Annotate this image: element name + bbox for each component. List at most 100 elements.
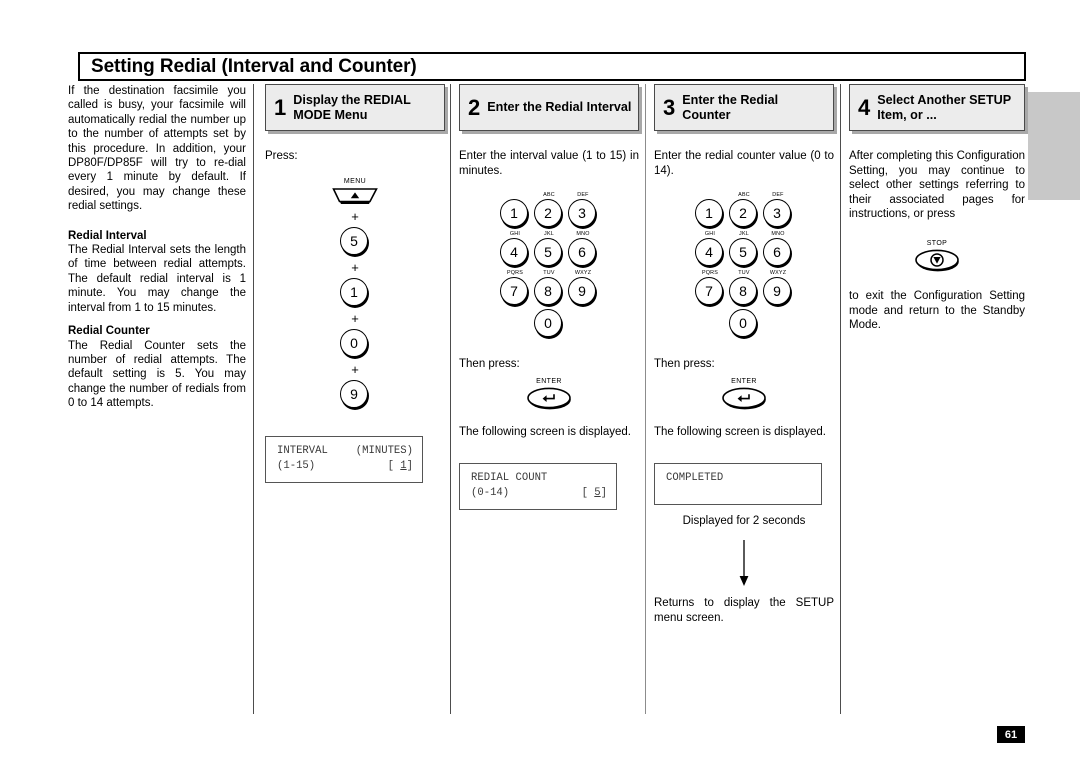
keypad-cell[interactable]: JKL 5 (532, 231, 566, 269)
numeric-keypad[interactable]: 1 ABC 2 DEF 3 GHI 4 JKL 5 MNO 6 PQRS 7 T… (654, 192, 834, 308)
lcd-count-value-group: [ 5] (582, 486, 607, 501)
keypad-key-3-label: 3 (568, 199, 596, 228)
keypad-key-9-label: 9 (763, 277, 791, 306)
keypad-key-9[interactable]: 9 (340, 379, 370, 410)
keypad-key-9[interactable]: 9 (568, 277, 598, 308)
keypad-key-1[interactable]: 1 (500, 199, 530, 230)
keypad-cell[interactable]: TUV 8 (532, 270, 566, 308)
page-title-bar: Setting Redial (Interval and Counter) (78, 52, 1026, 81)
keypad-key-7-label: 7 (500, 277, 528, 306)
keypad-key-4-label: 4 (500, 238, 528, 267)
intro-paragraph-2: The Redial Interval sets the length of t… (68, 244, 246, 314)
lcd-count-line2-left: (0-14) (471, 487, 510, 500)
keypad-cell[interactable]: DEF 3 (566, 192, 600, 230)
keypad-key-6-label: 6 (763, 238, 791, 267)
keypad-key-0-label: 0 (340, 328, 368, 357)
intro-heading-redial-counter: Redial Counter (68, 325, 150, 338)
keypad-letters: WXYZ (769, 270, 787, 277)
keypad-letters: DEF (577, 192, 589, 199)
keypad-cell[interactable]: WXYZ 9 (566, 270, 600, 308)
lcd-display-redial-count: REDIAL COUNT (0-14) [ 5] (459, 463, 617, 511)
keypad-cell[interactable]: 1 (693, 192, 727, 230)
lcd-bracket-close: ] (600, 487, 607, 500)
keypad-key-6[interactable]: 6 (568, 238, 598, 269)
keypad-letters: ABC (738, 192, 750, 199)
keypad-key-4-label: 4 (695, 238, 723, 267)
keypad-cell[interactable]: TUV 8 (727, 270, 761, 308)
keypad-key-1[interactable]: 1 (340, 277, 370, 308)
keypad-key-8-label: 8 (534, 277, 562, 306)
step-1-column: 1 Display the REDIAL MODE Menu Press: ME… (265, 84, 445, 483)
intro-column: If the destination facsimile you called … (68, 84, 246, 411)
numeric-keypad[interactable]: 1 ABC 2 DEF 3 GHI 4 JKL 5 MNO 6 PQRS 7 T… (459, 192, 639, 308)
keypad-cell[interactable]: MNO 6 (761, 231, 795, 269)
lcd-interval-value-group: [ 1] (388, 459, 413, 474)
keypad-key-7[interactable]: 7 (695, 277, 725, 308)
down-arrow-icon (654, 540, 834, 588)
step-3-number: 3 (663, 94, 676, 120)
step-1-label: Display the REDIAL MODE Menu (293, 92, 411, 122)
keypad-key-0[interactable]: 0 (534, 309, 564, 340)
keypad-letters: WXYZ (574, 270, 592, 277)
keypad-key-0[interactable]: 0 (340, 328, 370, 359)
keypad-key-7[interactable]: 7 (500, 277, 530, 308)
lcd-interval-line1-right: (MINUTES) (355, 444, 413, 457)
keypad-key-5[interactable]: 5 (534, 238, 564, 269)
keypad-cell[interactable]: PQRS 7 (693, 270, 727, 308)
step-3-caption: Displayed for 2 seconds (682, 515, 806, 528)
stop-key-icon[interactable] (914, 249, 960, 273)
keypad-key-5-label: 5 (534, 238, 562, 267)
step-2-result-text: The following screen is displayed. (459, 425, 631, 438)
keypad-letters: MNO (771, 231, 785, 238)
keypad-key-5[interactable]: 5 (340, 226, 370, 257)
keypad-key-5[interactable]: 5 (729, 238, 759, 269)
step-4-number: 4 (858, 94, 871, 120)
keypad-key-9-label: 9 (568, 277, 596, 306)
keypad-cell[interactable]: JKL 5 (727, 231, 761, 269)
lcd-display-interval: INTERVAL (MINUTES) (1-15) [ 1] (265, 435, 423, 483)
keypad-key-4[interactable]: 4 (695, 238, 725, 269)
enter-key-icon[interactable] (526, 387, 572, 411)
keypad-key-1[interactable]: 1 (695, 199, 725, 230)
keypad-key-4[interactable]: 4 (500, 238, 530, 269)
keypad-cell[interactable]: ABC 2 (727, 192, 761, 230)
keypad-letters: MNO (576, 231, 590, 238)
keypad-key-8[interactable]: 8 (729, 277, 759, 308)
step-4-header: 4 Select Another SETUP Item, or ... (849, 84, 1025, 131)
keypad-cell[interactable]: GHI 4 (693, 231, 727, 269)
keypad-key-2[interactable]: 2 (729, 199, 759, 230)
keypad-letters: DEF (772, 192, 784, 199)
intro-paragraph-1: If the destination facsimile you called … (68, 85, 246, 213)
keypad-cell[interactable]: PQRS 7 (498, 270, 532, 308)
keypad-cell[interactable]: DEF 3 (761, 192, 795, 230)
enter-key-icon[interactable] (721, 387, 767, 411)
keypad-key-0[interactable]: 0 (729, 309, 759, 340)
menu-key-icon[interactable] (332, 187, 378, 206)
keypad-key-2[interactable]: 2 (534, 199, 564, 230)
page-title: Setting Redial (Interval and Counter) (91, 56, 417, 77)
keypad-zero-row[interactable]: 0 (654, 309, 834, 340)
keypad-key-7-label: 7 (695, 277, 723, 306)
menu-key-caption: MENU (343, 177, 367, 185)
keypad-key-8[interactable]: 8 (534, 277, 564, 308)
keypad-key-3[interactable]: 3 (763, 199, 793, 230)
keypad-key-1-label: 1 (500, 199, 528, 228)
step-1-header: 1 Display the REDIAL MODE Menu (265, 84, 445, 131)
keypad-cell[interactable]: MNO 6 (566, 231, 600, 269)
keypad-cell[interactable]: ABC 2 (532, 192, 566, 230)
keypad-key-2-label: 2 (534, 199, 562, 228)
keypad-letters: PQRS (701, 270, 719, 277)
keypad-key-3-label: 3 (763, 199, 791, 228)
keypad-cell[interactable]: WXYZ 9 (761, 270, 795, 308)
keypad-cell[interactable]: 1 (498, 192, 532, 230)
enter-key-caption: ENTER (536, 377, 562, 385)
keypad-letters: TUV (738, 270, 750, 277)
keypad-key-9[interactable]: 9 (763, 277, 793, 308)
column-divider (840, 84, 841, 714)
keypad-key-6[interactable]: 6 (763, 238, 793, 269)
keypad-key-3[interactable]: 3 (568, 199, 598, 230)
step-2-instruction: Enter the interval value (1 to 15) in mi… (459, 150, 639, 177)
keypad-cell[interactable]: GHI 4 (498, 231, 532, 269)
keypad-zero-row[interactable]: 0 (459, 309, 639, 340)
column-divider (645, 84, 646, 714)
